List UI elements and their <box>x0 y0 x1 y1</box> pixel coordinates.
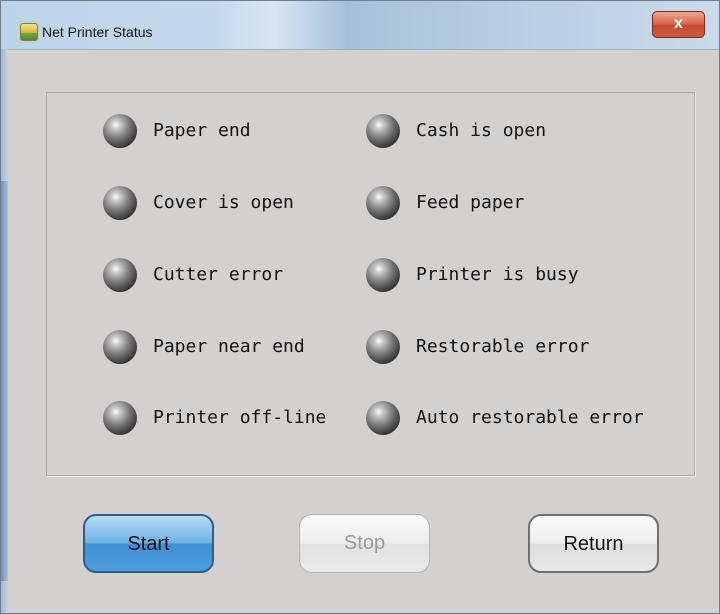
status-label: Feed paper <box>416 192 525 213</box>
app-icon <box>20 23 38 41</box>
status-led-icon <box>103 401 137 435</box>
status-label: Printer off-line <box>153 407 327 428</box>
start-button[interactable]: Start <box>83 514 214 573</box>
status-led-icon <box>103 114 137 148</box>
status-label: Printer is busy <box>416 264 579 285</box>
window-left-border <box>1 49 8 613</box>
return-button[interactable]: Return <box>528 514 659 573</box>
status-label: Cash is open <box>416 120 547 141</box>
status-led-icon <box>103 258 137 292</box>
status-led-icon <box>103 330 137 364</box>
status-label: Restorable error <box>416 336 590 357</box>
status-label: Auto restorable error <box>416 407 644 428</box>
status-label: Cover is open <box>153 192 294 213</box>
status-led-icon <box>103 186 137 220</box>
status-led-icon <box>366 258 400 292</box>
close-icon: x <box>674 15 683 32</box>
status-led-icon <box>366 186 400 220</box>
status-label: Paper end <box>153 120 251 141</box>
stop-button[interactable]: Stop <box>299 514 430 573</box>
status-label: Paper near end <box>153 336 305 357</box>
printer-status-window: Net Printer Status x Paper end Cover is … <box>0 0 720 614</box>
status-led-icon <box>366 401 400 435</box>
window-left-border-shade <box>1 181 8 581</box>
status-group-box: Paper end Cover is open Cutter error Pap… <box>46 92 695 476</box>
status-led-icon <box>366 114 400 148</box>
close-button[interactable]: x <box>652 11 705 38</box>
title-bar[interactable]: Net Printer Status x <box>1 1 719 50</box>
status-label: Cutter error <box>153 264 284 285</box>
window-title: Net Printer Status <box>42 24 153 40</box>
status-led-icon <box>366 330 400 364</box>
